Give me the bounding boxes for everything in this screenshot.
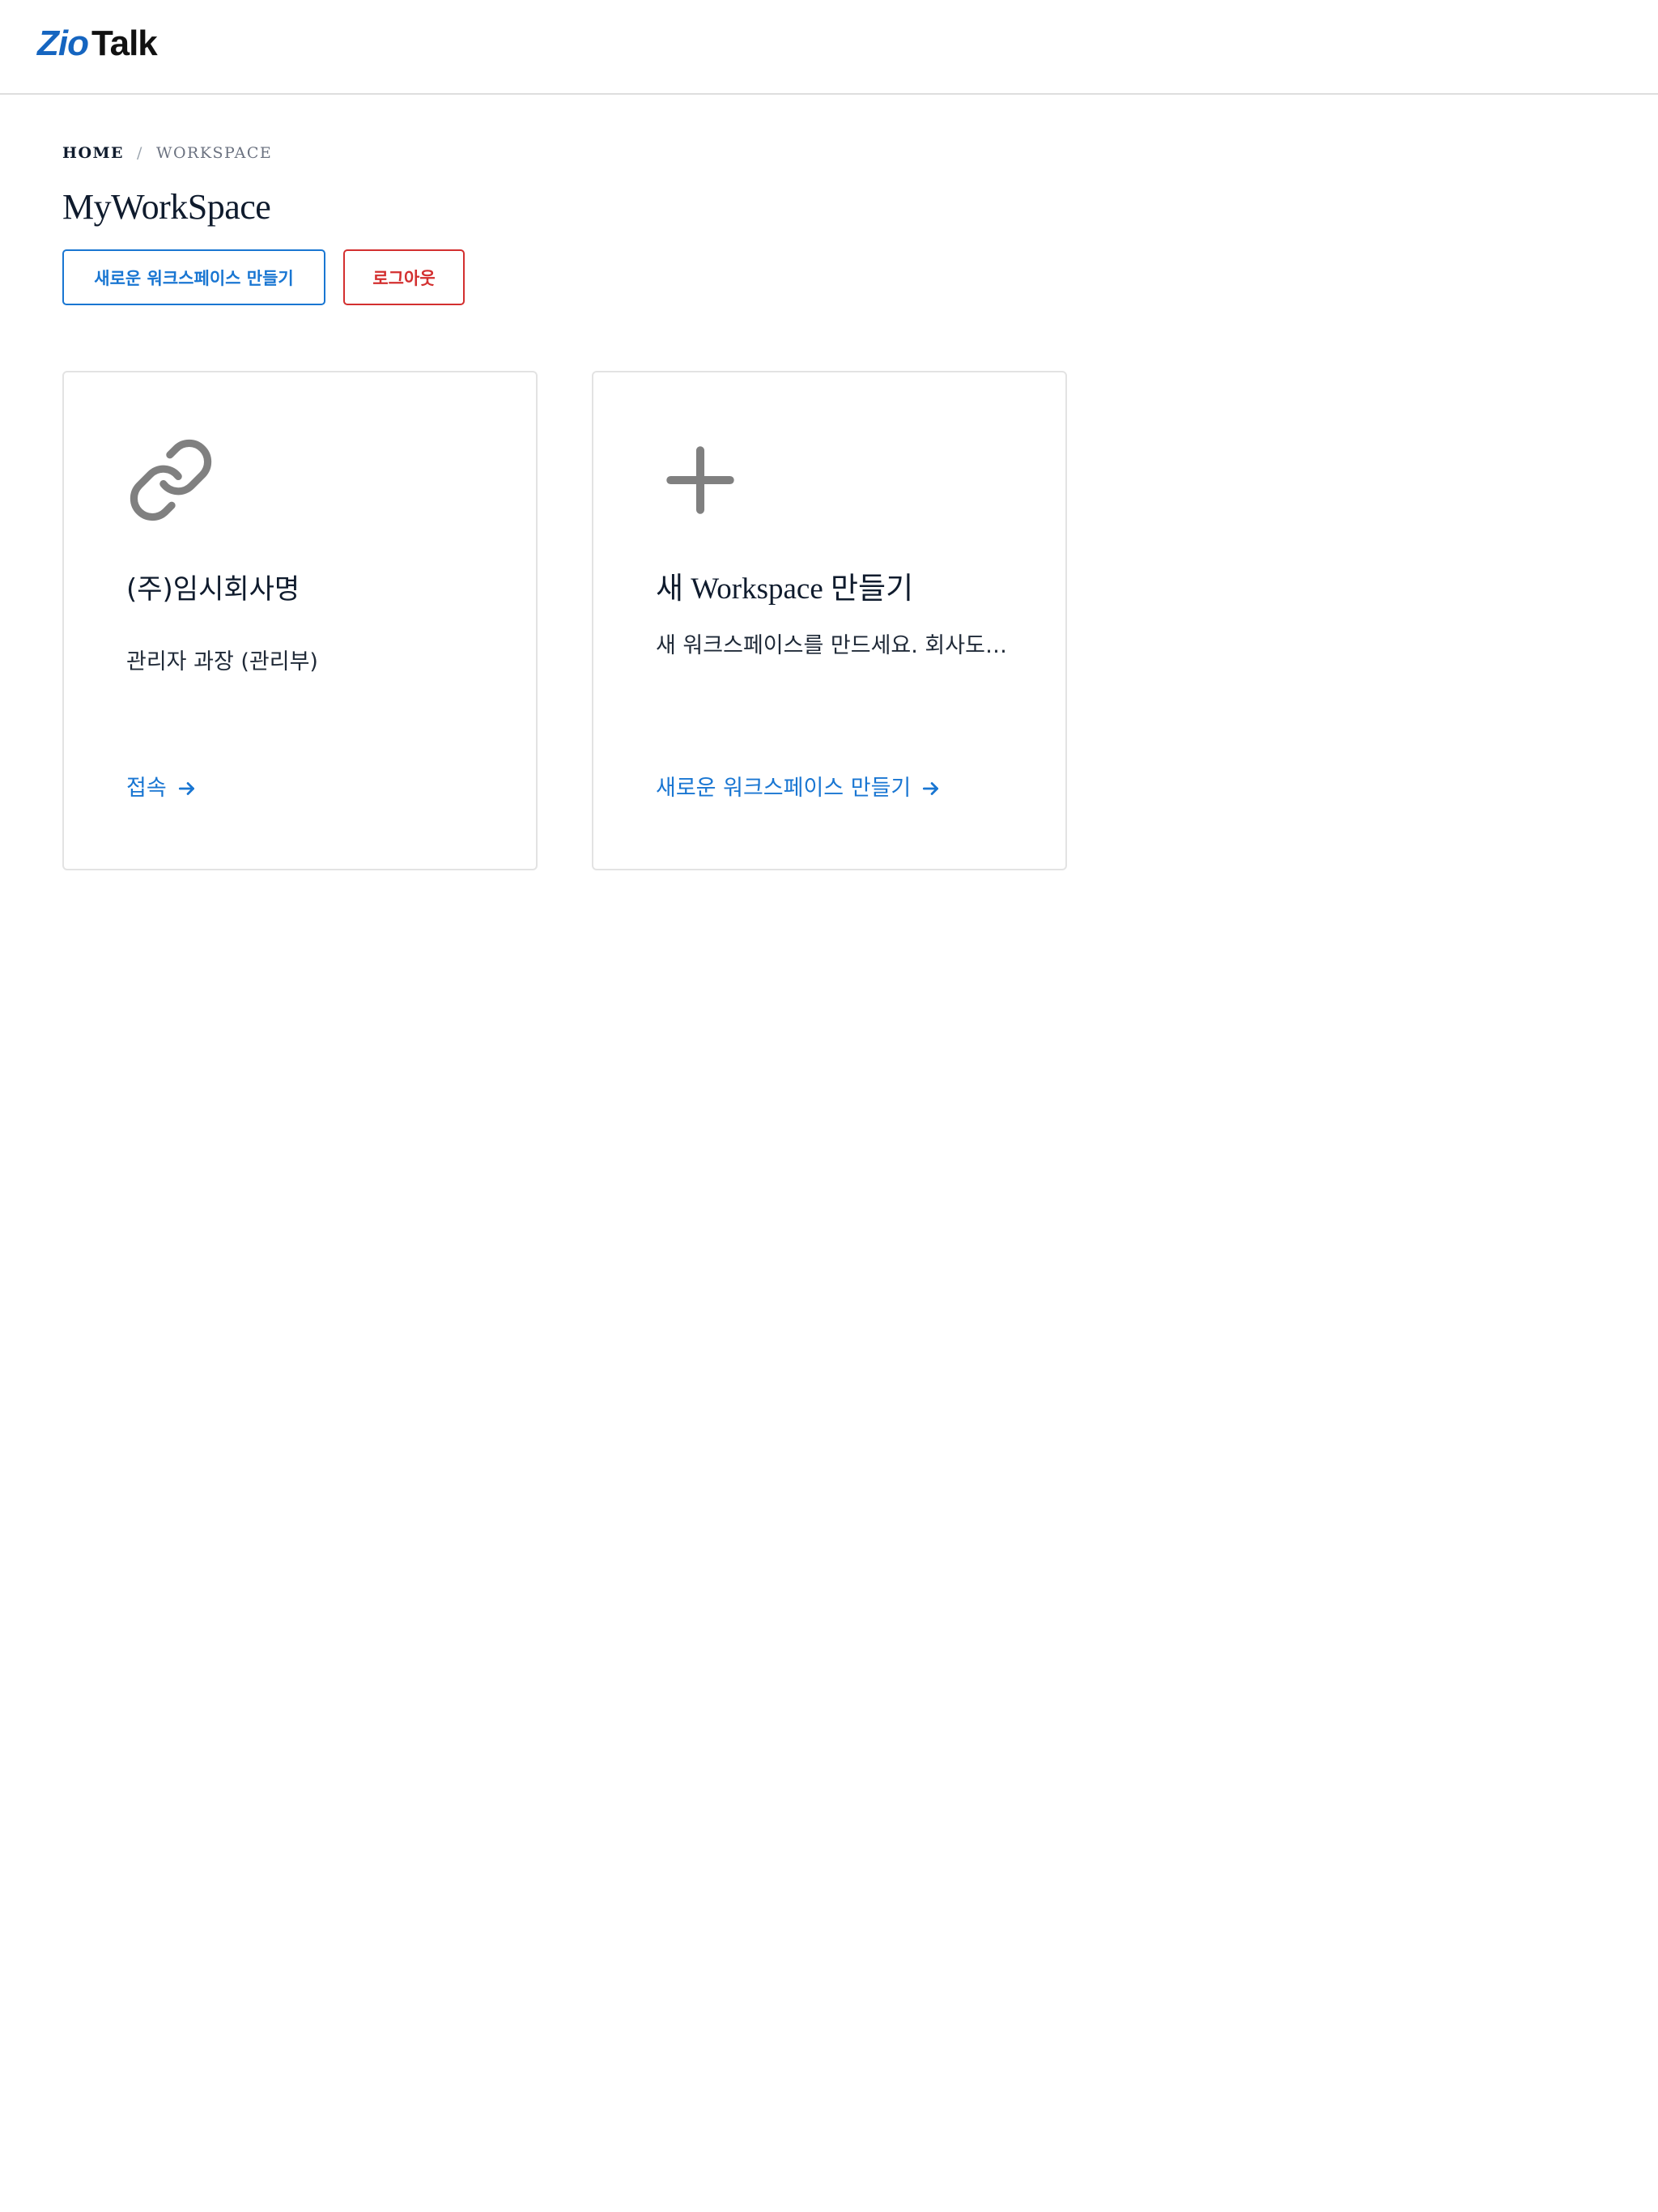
ziotalk-logo[interactable]: ZioTalk xyxy=(37,23,158,65)
plus-icon xyxy=(666,446,734,514)
new-workspace-card: 새 Workspace 만들기 새 워크스페이스를 만드세요. 회사도,... … xyxy=(592,371,1067,870)
arrow-right-icon xyxy=(923,782,939,795)
logout-button[interactable]: 로그아웃 xyxy=(343,249,465,305)
top-bar: ZioTalk xyxy=(0,0,1658,95)
logo-zio-text: Zio xyxy=(37,23,89,63)
connect-link-label: 접속 xyxy=(126,776,167,801)
create-workspace-link[interactable]: 새로운 워크스페이스 만들기 xyxy=(656,774,942,803)
breadcrumb-separator: / xyxy=(137,144,143,162)
breadcrumb-current: WORKSPACE xyxy=(155,144,273,162)
create-workspace-link-label: 새로운 워크스페이스 만들기 xyxy=(656,776,912,801)
new-workspace-title: 새 Workspace 만들기 xyxy=(656,572,914,606)
workspace-card: (주)임시회사명 관리자 과장 (관리부) 접속 xyxy=(62,371,538,870)
connect-link[interactable]: 접속 xyxy=(126,774,198,803)
page-title: MyWorkSpace xyxy=(62,187,271,227)
breadcrumb: HOME / WORKSPACE xyxy=(62,141,272,165)
workspace-role: 관리자 과장 (관리부) xyxy=(126,649,318,674)
logo-talk-text: Talk xyxy=(91,23,158,63)
arrow-right-icon xyxy=(178,782,194,795)
new-workspace-description: 새 워크스페이스를 만드세요. 회사도,... xyxy=(656,633,1012,658)
breadcrumb-home[interactable]: HOME xyxy=(62,144,124,162)
workspace-name: (주)임시회사명 xyxy=(126,573,300,606)
link-icon xyxy=(130,439,212,521)
create-workspace-button[interactable]: 새로운 워크스페이스 만들기 xyxy=(62,249,325,305)
